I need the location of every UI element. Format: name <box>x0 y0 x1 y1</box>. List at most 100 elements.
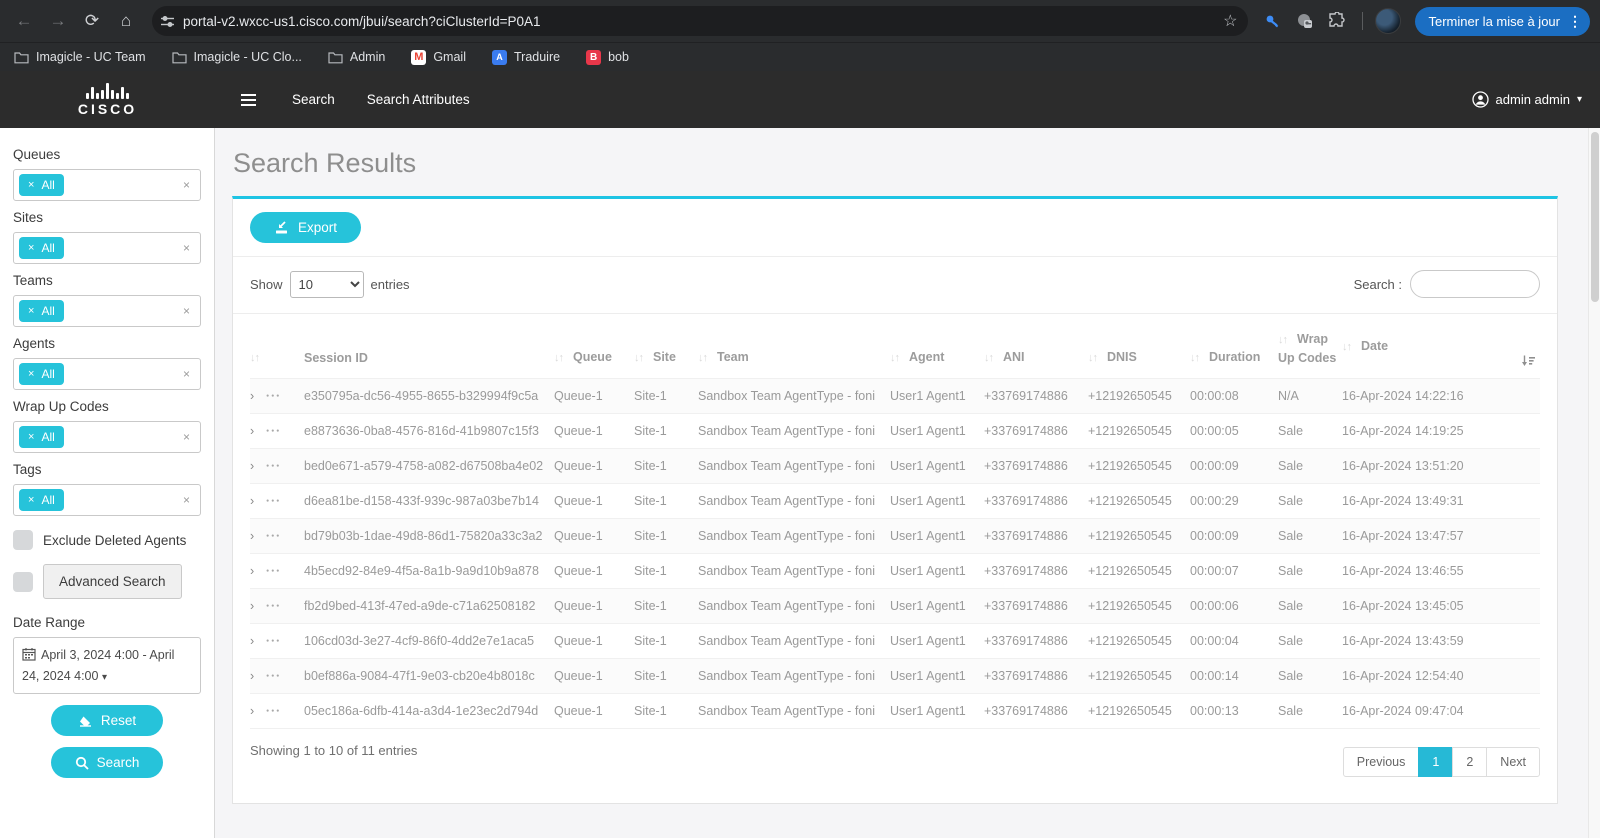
filter-chip[interactable]: ×All <box>19 300 64 322</box>
site-settings-icon[interactable] <box>160 14 175 29</box>
table-row[interactable]: › ●●● b0ef886a-9084-47f1-9e03-cb20e4b801… <box>250 659 1540 694</box>
pagination-previous[interactable]: Previous <box>1343 747 1420 777</box>
chip-remove-icon[interactable]: × <box>28 179 34 191</box>
profile-avatar[interactable] <box>1375 8 1401 34</box>
table-search-input[interactable] <box>1410 270 1540 298</box>
sites-multiselect[interactable]: ×All × <box>13 232 201 264</box>
col-wrap-up-codes[interactable]: ↓↑Wrap Up Codes <box>1278 314 1342 379</box>
clear-filter-icon[interactable]: × <box>178 367 195 381</box>
table-row[interactable]: › ●●● 4b5ecd92-84e9-4f5a-8a1b-9a9d10b9a8… <box>250 554 1540 589</box>
row-actions-icon[interactable]: ●●● <box>266 498 281 504</box>
browser-update-button[interactable]: Terminer la mise à jour ⋮ <box>1415 7 1591 36</box>
exclude-deleted-agents-checkbox[interactable] <box>13 530 33 550</box>
table-row[interactable]: › ●●● e8873636-0ba8-4576-816d-41b9807c15… <box>250 414 1540 449</box>
bookmark-traduire[interactable]: Traduire <box>492 50 560 65</box>
table-row[interactable]: › ●●● d6ea81be-d158-433f-939c-987a03be7b… <box>250 484 1540 519</box>
expand-chevron-icon[interactable]: › <box>250 529 254 543</box>
table-row[interactable]: › ●●● fb2d9bed-413f-47ed-a9de-c71a625081… <box>250 589 1540 624</box>
address-bar[interactable]: portal-v2.wxcc-us1.cisco.com/jbui/search… <box>152 6 1248 36</box>
expand-chevron-icon[interactable]: › <box>250 634 254 648</box>
col-date[interactable]: ↓↑Date <box>1342 314 1540 379</box>
wrapup-codes-multiselect[interactable]: ×All × <box>13 421 201 453</box>
clear-filter-icon[interactable]: × <box>178 241 195 255</box>
pagination-next[interactable]: Next <box>1486 747 1540 777</box>
forward-icon[interactable]: → <box>44 7 72 35</box>
export-button[interactable]: Export <box>250 212 361 243</box>
advanced-search-button[interactable]: Advanced Search <box>43 564 182 599</box>
col-queue[interactable]: ↓↑Queue <box>554 314 634 379</box>
col-site[interactable]: ↓↑Site <box>634 314 698 379</box>
teams-multiselect[interactable]: ×All × <box>13 295 201 327</box>
reset-button[interactable]: Reset <box>51 705 163 736</box>
scrollbar-thumb[interactable] <box>1591 132 1599 302</box>
row-actions-icon[interactable]: ●●● <box>266 533 281 539</box>
chip-remove-icon[interactable]: × <box>28 305 34 317</box>
clear-filter-icon[interactable]: × <box>178 178 195 192</box>
tags-multiselect[interactable]: ×All × <box>13 484 201 516</box>
home-icon[interactable]: ⌂ <box>112 7 140 35</box>
col-ani[interactable]: ↓↑ANI <box>984 314 1088 379</box>
clear-filter-icon[interactable]: × <box>178 430 195 444</box>
expand-chevron-icon[interactable]: › <box>250 669 254 683</box>
col-agent[interactable]: ↓↑Agent <box>890 314 984 379</box>
col-team[interactable]: ↓↑Team <box>698 314 890 379</box>
col-duration[interactable]: ↓↑Duration <box>1190 314 1278 379</box>
nav-item-search-attributes[interactable]: Search Attributes <box>367 92 470 107</box>
chip-remove-icon[interactable]: × <box>28 242 34 254</box>
expand-chevron-icon[interactable]: › <box>250 494 254 508</box>
sort-descending-active-icon[interactable] <box>1521 355 1536 367</box>
filter-chip[interactable]: ×All <box>19 426 64 448</box>
expand-chevron-icon[interactable]: › <box>250 599 254 613</box>
agents-multiselect[interactable]: ×All × <box>13 358 201 390</box>
pagination-page-1[interactable]: 1 <box>1418 747 1453 777</box>
browser-menu-icon[interactable]: ⋮ <box>1568 13 1582 30</box>
row-actions-icon[interactable]: ●●● <box>266 463 281 469</box>
bookmark-folder-imagicle-uc-clo[interactable]: Imagicle - UC Clo... <box>172 50 302 64</box>
reload-icon[interactable]: ⟳ <box>78 7 106 35</box>
row-actions-icon[interactable]: ●●● <box>266 673 281 679</box>
chip-remove-icon[interactable]: × <box>28 431 34 443</box>
col-session-id[interactable]: Session ID <box>304 314 554 379</box>
bookmark-star-icon[interactable]: ☆ <box>1223 11 1237 31</box>
row-actions-icon[interactable]: ●●● <box>266 638 281 644</box>
expand-chevron-icon[interactable]: › <box>250 389 254 403</box>
user-menu[interactable]: admin admin ▾ <box>1472 91 1582 108</box>
expand-chevron-icon[interactable]: › <box>250 704 254 718</box>
row-actions-icon[interactable]: ●●● <box>266 708 281 714</box>
queues-multiselect[interactable]: ×All × <box>13 169 201 201</box>
hamburger-menu-icon[interactable] <box>237 90 260 110</box>
col-dnis[interactable]: ↓↑DNIS <box>1088 314 1190 379</box>
filter-chip[interactable]: ×All <box>19 363 64 385</box>
row-actions-icon[interactable]: ●●● <box>266 428 281 434</box>
expand-chevron-icon[interactable]: › <box>250 459 254 473</box>
chip-remove-icon[interactable]: × <box>28 494 34 506</box>
page-scrollbar[interactable] <box>1588 128 1600 838</box>
clear-filter-icon[interactable]: × <box>178 493 195 507</box>
bookmark-folder-admin[interactable]: Admin <box>328 50 385 64</box>
advanced-search-checkbox[interactable] <box>13 572 33 592</box>
chip-remove-icon[interactable]: × <box>28 368 34 380</box>
table-row[interactable]: › ●●● 05ec186a-6dfb-414a-a3d4-1e23ec2d79… <box>250 694 1540 729</box>
date-range-picker[interactable]: April 3, 2024 4:00 - April 24, 2024 4:00… <box>13 637 201 694</box>
key-extension-icon[interactable] <box>1260 8 1286 34</box>
bookmark-gmail[interactable]: M Gmail <box>411 50 466 65</box>
table-row[interactable]: › ●●● bed0e671-a579-4758-a082-d67508ba4e… <box>250 449 1540 484</box>
filter-chip[interactable]: ×All <box>19 237 64 259</box>
table-row[interactable]: › ●●● bd79b03b-1dae-49d8-86d1-75820a33c3… <box>250 519 1540 554</box>
expand-chevron-icon[interactable]: › <box>250 564 254 578</box>
filter-chip[interactable]: ×All <box>19 174 64 196</box>
extensions-puzzle-icon[interactable] <box>1324 8 1350 34</box>
password-manager-icon[interactable] <box>1292 8 1318 34</box>
clear-filter-icon[interactable]: × <box>178 304 195 318</box>
pagination-page-2[interactable]: 2 <box>1452 747 1487 777</box>
table-row[interactable]: › ●●● e350795a-dc56-4955-8655-b329994f9c… <box>250 379 1540 414</box>
sidebar-search-button[interactable]: Search <box>51 747 163 778</box>
back-icon[interactable]: ← <box>10 7 38 35</box>
expand-chevron-icon[interactable]: › <box>250 424 254 438</box>
bookmark-bob[interactable]: B bob <box>586 50 629 65</box>
filter-chip[interactable]: ×All <box>19 489 64 511</box>
table-row[interactable]: › ●●● 106cd03d-3e27-4cf9-86f0-4dd2e7e1ac… <box>250 624 1540 659</box>
url-text[interactable]: portal-v2.wxcc-us1.cisco.com/jbui/search… <box>183 14 1223 29</box>
bookmark-folder-imagicle-uc-team[interactable]: Imagicle - UC Team <box>14 50 146 64</box>
row-actions-icon[interactable]: ●●● <box>266 603 281 609</box>
